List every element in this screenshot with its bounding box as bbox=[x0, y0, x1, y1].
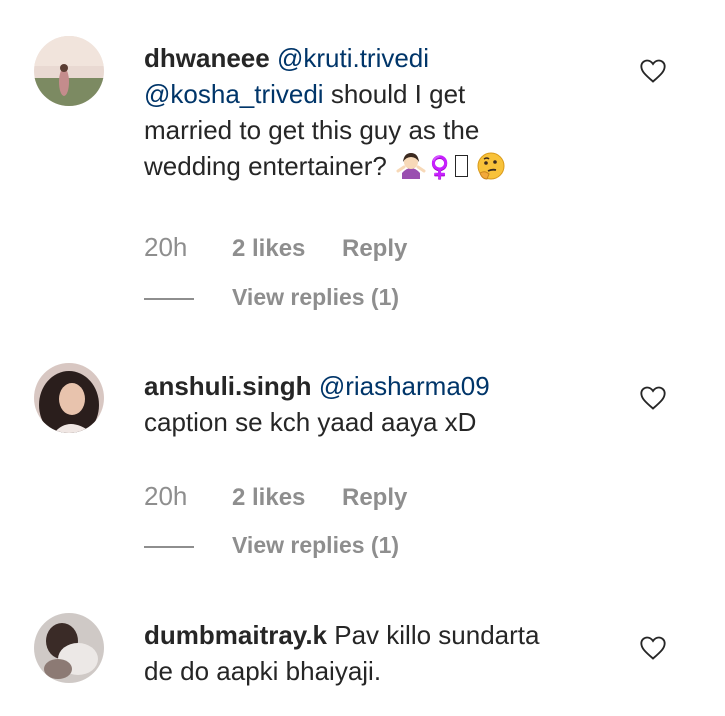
comment-username[interactable]: dhwaneee bbox=[144, 43, 270, 73]
comment-username[interactable]: dumbmaitray.k bbox=[144, 620, 327, 650]
like-button[interactable] bbox=[639, 57, 667, 85]
reply-button[interactable]: Reply bbox=[342, 234, 407, 264]
avatar[interactable] bbox=[34, 613, 104, 683]
mention-link[interactable]: @riasharma09 bbox=[319, 371, 490, 401]
user-avatar-icon bbox=[34, 36, 104, 106]
comment-line: wedding entertainer? bbox=[144, 151, 395, 181]
comment-line: should I get bbox=[323, 79, 466, 109]
user-avatar-icon bbox=[34, 363, 104, 433]
view-replies-label: View replies (1) bbox=[232, 284, 400, 310]
view-replies-button[interactable]: View replies (1) bbox=[144, 282, 399, 312]
comment-time[interactable]: 20h bbox=[144, 232, 232, 262]
comment-text: dhwaneee @kruti.trivedi @kosha_trivedi s… bbox=[144, 40, 594, 190]
comment-line: de do aapki bhaiyaji. bbox=[144, 656, 382, 686]
heart-outline-icon bbox=[640, 386, 666, 410]
comment-meta: 20h 2 likes Reply bbox=[144, 481, 407, 511]
comment-line: married to get this guy as the bbox=[144, 115, 480, 145]
view-replies-button[interactable]: View replies (1) bbox=[144, 530, 399, 560]
heart-outline-icon bbox=[640, 636, 666, 660]
like-button[interactable] bbox=[639, 634, 667, 662]
comment-meta: 20h 2 likes Reply bbox=[144, 232, 407, 262]
likes-count-button[interactable]: 2 likes bbox=[232, 483, 342, 513]
mention-link[interactable]: @kruti.trivedi bbox=[277, 43, 429, 73]
like-button[interactable] bbox=[639, 384, 667, 412]
avatar[interactable] bbox=[34, 36, 104, 106]
comment-glyphs: ♀️ bbox=[426, 155, 454, 180]
comment-time[interactable]: 20h bbox=[144, 481, 232, 511]
missing-glyph-icon bbox=[455, 155, 469, 177]
woman-shrugging-icon bbox=[396, 151, 426, 190]
comment-line: Pav killo sundarta bbox=[334, 620, 540, 650]
comment-text: dumbmaitray.k Pav killo sundarta de do a… bbox=[144, 617, 594, 689]
heart-outline-icon bbox=[640, 59, 666, 83]
reply-button[interactable]: Reply bbox=[342, 483, 407, 513]
comment-text: anshuli.singh @riasharma09 caption se kc… bbox=[144, 368, 594, 440]
comment-line: caption se kch yaad aaya xD bbox=[144, 407, 477, 437]
thinking-face-icon bbox=[476, 151, 506, 190]
replies-divider bbox=[144, 297, 194, 300]
view-replies-label: View replies (1) bbox=[232, 532, 400, 558]
avatar[interactable] bbox=[34, 363, 104, 433]
mention-link[interactable]: @kosha_trivedi bbox=[144, 79, 324, 109]
replies-divider bbox=[144, 545, 194, 548]
likes-count-button[interactable]: 2 likes bbox=[232, 234, 342, 264]
comment-username[interactable]: anshuli.singh bbox=[144, 371, 312, 401]
user-avatar-icon bbox=[34, 613, 104, 683]
